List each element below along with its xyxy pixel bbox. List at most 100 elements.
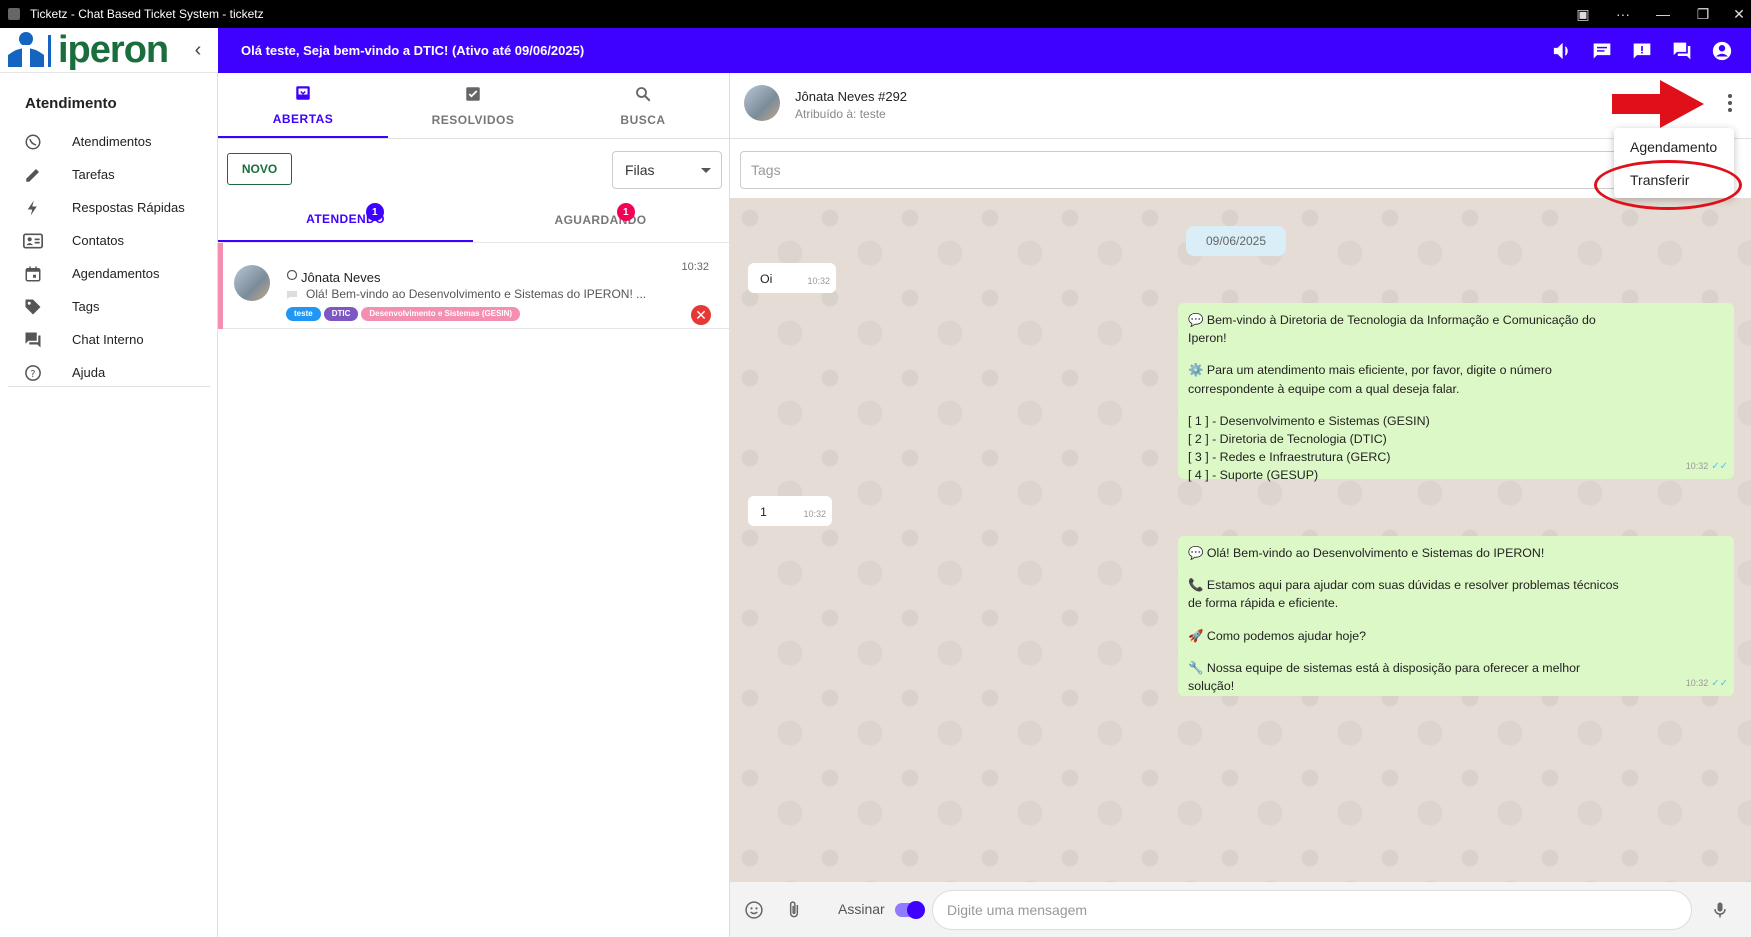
contact-avatar[interactable] — [744, 85, 780, 121]
queue-color-bar — [218, 243, 223, 329]
close-ticket-button[interactable]: ✕ — [691, 305, 711, 325]
new-ticket-button[interactable]: NOVO — [227, 153, 292, 185]
double-check-icon: ✓✓ — [1711, 677, 1728, 689]
message-time: 10:32 — [807, 275, 830, 286]
minimize-button[interactable]: — — [1643, 0, 1683, 28]
message-line: 💬 Olá! Bem-vindo ao Desenvolvimento e Si… — [1188, 546, 1545, 560]
ticket-tabs: ABERTAS RESOLVIDOS BUSCA — [218, 73, 729, 139]
top-app-bar: Olá teste, Seja bem-vindo a DTIC! (Ativo… — [218, 28, 1751, 73]
restore-button[interactable]: ❐ — [1683, 0, 1723, 28]
announcement-icon[interactable] — [1631, 40, 1653, 62]
sign-toggle[interactable] — [895, 901, 925, 919]
message-time: 10:32 — [803, 508, 826, 519]
message-line: solução! — [1188, 679, 1235, 694]
attach-icon[interactable] — [782, 898, 806, 922]
sidebar-item-tags[interactable]: Tags — [0, 290, 217, 323]
count-badge: 1 — [366, 203, 384, 221]
sidebar-item-contatos[interactable]: Contatos — [0, 224, 217, 257]
subtab-atendendo[interactable]: ATENDENDO 1 — [218, 197, 473, 242]
tab-busca[interactable]: BUSCA — [558, 73, 728, 138]
svg-text:?: ? — [30, 368, 35, 379]
contact-card-icon — [22, 230, 44, 252]
tab-resolvidos[interactable]: RESOLVIDOS — [388, 73, 558, 138]
message-line: 🔧 Nossa equipe de sistemas está à dispos… — [1188, 660, 1581, 675]
ticket-subtabs: ATENDENDO 1 AGUARDANDO 1 — [218, 197, 729, 243]
pencil-icon — [22, 164, 44, 186]
menu-item-agendamento[interactable]: Agendamento — [1614, 130, 1734, 163]
queue-select-value: Filas — [625, 162, 655, 178]
sidebar-item-label: Ajuda — [72, 365, 106, 380]
message-line: 💬 Bem-vindo à Diretoria de Tecnologia da… — [1188, 313, 1596, 327]
sidebar: Atendimento Atendimentos Tarefas Respost… — [0, 73, 218, 937]
sidebar-item-ajuda[interactable]: ? Ajuda — [0, 356, 217, 389]
account-icon[interactable] — [1711, 40, 1733, 62]
subtab-aguardando[interactable]: AGUARDANDO 1 — [473, 197, 728, 242]
toggle-knob — [907, 901, 925, 919]
tab-abertas[interactable]: ABERTAS — [218, 73, 388, 138]
sidebar-divider — [8, 386, 210, 387]
message-input[interactable]: Digite uma mensagem — [932, 890, 1692, 930]
tags-input[interactable]: Tags — [740, 151, 1640, 189]
check-box-icon — [464, 85, 482, 107]
sidebar-item-label: Tags — [72, 299, 100, 314]
message-line: 📞 Estamos aqui para ajudar com suas dúvi… — [1188, 578, 1619, 593]
volume-icon[interactable] — [1551, 40, 1573, 62]
internal-chat-icon[interactable] — [1671, 40, 1693, 62]
message-time: 10:32 — [1685, 677, 1709, 688]
forum-icon — [22, 329, 44, 351]
microphone-icon[interactable] — [1708, 898, 1732, 922]
message-time-wrap: 10:32 ✓✓ — [1686, 674, 1728, 693]
tag-chip: Desenvolvimento e Sistemas (GESIN) — [361, 307, 521, 321]
close-window-button[interactable]: ✕ — [1719, 0, 1751, 28]
message-line: de forma rápida e eficiente. — [1188, 596, 1339, 611]
chat-icon[interactable] — [1591, 40, 1613, 62]
sidebar-item-label: Atendimentos — [72, 134, 152, 149]
sidebar-item-label: Contatos — [72, 233, 125, 248]
message-bubble-outgoing: 💬 Olá! Bem-vindo ao Desenvolvimento e Si… — [1178, 536, 1734, 696]
ticket-time: 10:32 — [681, 261, 709, 273]
message-line: 🚀 Como podemos ajudar hoje? — [1188, 628, 1366, 643]
sign-label: Assinar — [838, 901, 885, 917]
messages-area: 09/06/2025 Oi 10:32 💬 Bem-vindo à Direto… — [730, 198, 1751, 882]
message-bubble-incoming: Oi 10:32 — [748, 263, 836, 293]
sidebar-item-agendamentos[interactable]: Agendamentos — [0, 257, 217, 290]
sidebar-item-respostas-rapidas[interactable]: Respostas Rápidas — [0, 191, 217, 224]
logo-text: iperon — [58, 28, 169, 71]
ticket-list-item[interactable]: Jônata Neves 10:32 Olá! Bem-vindo ao Des… — [218, 243, 729, 329]
message-time: 10:32 — [1685, 460, 1709, 471]
ticket-contact-name: Jônata Neves — [301, 270, 381, 285]
chat-contact-name[interactable]: Jônata Neves #292 — [795, 89, 907, 104]
message-line: [ 2 ] - Diretoria de Tecnologia (DTIC) — [1188, 432, 1387, 447]
message-line: correspondente à equipe com a qual desej… — [1188, 381, 1460, 396]
more-vertical-icon[interactable] — [1720, 91, 1740, 115]
window-title: Ticketz - Chat Based Ticket System - tic… — [30, 7, 264, 21]
sidebar-item-label: Chat Interno — [72, 332, 144, 347]
more-horizontal-icon[interactable]: ··· — [1603, 0, 1643, 28]
queue-select[interactable]: Filas — [612, 151, 722, 189]
ticket-preview: Olá! Bem-vindo ao Desenvolvimento e Sist… — [306, 287, 647, 301]
message-line: [ 4 ] - Suporte (GESUP) — [1188, 468, 1319, 483]
avatar — [234, 265, 270, 301]
brand-logo: iperon — [0, 28, 218, 73]
sidebar-item-label: Agendamentos — [72, 266, 160, 281]
sidebar-item-atendimentos[interactable]: Atendimentos — [0, 125, 217, 158]
date-separator: 09/06/2025 — [1186, 226, 1286, 256]
cast-icon[interactable]: ▣ — [1563, 0, 1603, 28]
sidebar-item-chat-interno[interactable]: Chat Interno — [0, 323, 217, 356]
speech-bubble-icon — [287, 291, 297, 299]
message-line: ⚙️ Para um atendimento mais eficiente, p… — [1188, 363, 1552, 378]
help-icon: ? — [22, 362, 44, 384]
collapse-sidebar-icon[interactable]: ‹ — [188, 40, 208, 60]
welcome-message: Olá teste, Seja bem-vindo a DTIC! (Ativo… — [241, 43, 585, 58]
tickets-panel: ABERTAS RESOLVIDOS BUSCA NOVO Filas ATEN… — [218, 73, 730, 937]
tab-label: RESOLVIDOS — [431, 112, 515, 127]
emoji-icon[interactable] — [742, 898, 766, 922]
tab-label: BUSCA — [620, 112, 666, 127]
window-titlebar: Ticketz - Chat Based Ticket System - tic… — [0, 0, 1751, 28]
message-time-wrap: 10:32 ✓✓ — [1686, 457, 1728, 476]
sidebar-item-tarefas[interactable]: Tarefas — [0, 158, 217, 191]
